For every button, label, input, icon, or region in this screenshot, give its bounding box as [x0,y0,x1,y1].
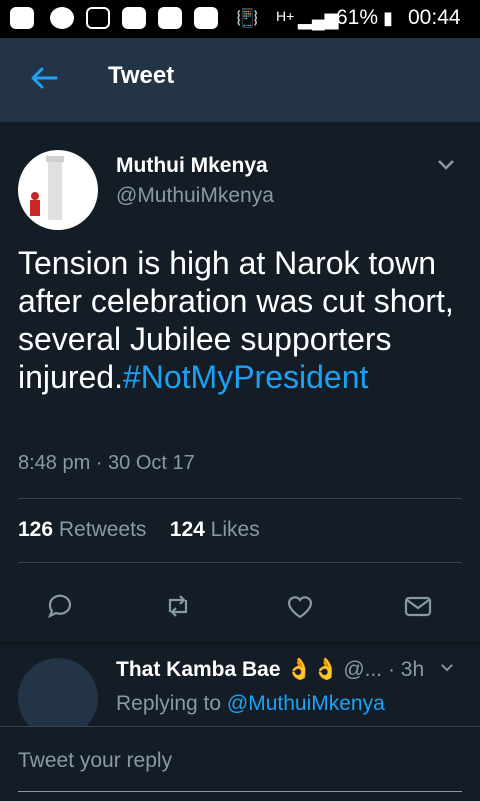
retweet-icon[interactable] [162,590,194,622]
tweet-timestamp: 8:48 pm · 30 Oct 17 [18,452,195,474]
likes-count[interactable]: 124 [170,518,205,541]
page-title: Tweet [108,62,175,89]
reply-handle-time: @... · 3h [343,658,456,682]
section-divider [0,642,480,644]
replying-to-label: Replying to [116,692,222,715]
youtube-icon [158,7,182,29]
like-heart-icon[interactable] [284,590,316,622]
avatar[interactable] [18,150,98,230]
likes-label[interactable]: Likes [211,518,260,541]
retweets-count[interactable]: 126 [18,518,53,541]
chat-icon [50,7,74,29]
vibrate-icon: 📳 [236,8,259,28]
chevron-down-icon[interactable] [434,152,458,183]
reply-handle-and-time: @... · 3h [343,658,425,681]
reply-composer[interactable]: Tweet your reply [0,726,480,801]
gallery-icon [86,7,110,29]
chevron-down-icon[interactable] [438,658,456,681]
retweets-label[interactable]: Retweets [59,518,147,541]
reply-author-name[interactable]: That Kamba Bae 👌👌 [116,658,339,682]
direct-message-icon[interactable] [402,590,434,622]
reply-icon[interactable] [44,590,76,622]
app-bar: Tweet [0,38,480,122]
author-handle[interactable]: @MuthuiMkenya [116,184,274,208]
hashtag-link[interactable]: #NotMyPresident [123,359,368,395]
back-arrow-icon[interactable] [26,60,62,96]
bbm-icon [10,7,34,29]
clock: 00:44 [408,6,461,29]
replying-to: Replying to @MuthuiMkenya [116,692,385,716]
tweet-actions [0,582,480,632]
divider [18,498,462,499]
youtube-icon [122,7,146,29]
youtube-icon [194,7,218,29]
input-underline [18,791,462,792]
signal-icon: ▂▄▆ [298,9,339,29]
battery-icon: ▮ [383,8,393,28]
battery-percent: 61% [336,6,379,29]
author-name[interactable]: Muthui Mkenya [116,154,268,178]
reply-input[interactable]: Tweet your reply [18,749,462,773]
tweet-text: Tension is high at Narok town after cele… [18,244,468,396]
status-bar: 📳 H+ ▂▄▆ 61% ▮ 00:44 [0,0,480,38]
divider [18,562,462,563]
replying-to-handle[interactable]: @MuthuiMkenya [227,692,385,715]
network-type: H+ [276,8,295,24]
engagement-counts: 126 Retweets 124 Likes [18,518,260,542]
